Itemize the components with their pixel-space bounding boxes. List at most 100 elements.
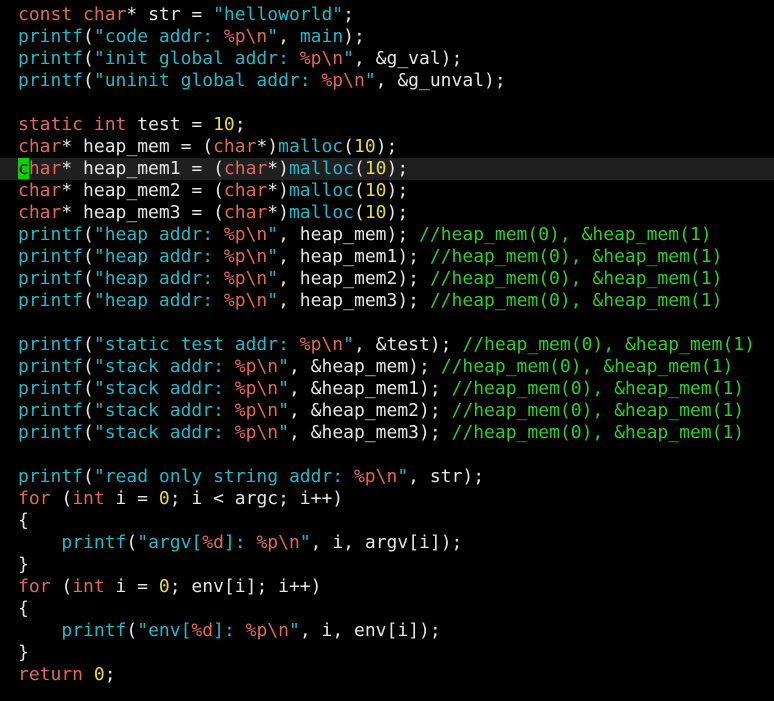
code-line[interactable]: }	[0, 642, 774, 664]
code-line[interactable]	[0, 444, 774, 466]
code-text: , i, env[i]);	[299, 620, 441, 641]
escape-token: %p\n	[234, 422, 279, 443]
code-line[interactable]: printf("heap addr: %p\n", heap_mem3); //…	[0, 290, 774, 312]
code-text: (	[354, 180, 365, 201]
code-text: * heap_mem2 = (	[61, 180, 224, 201]
code-line[interactable]: char* heap_mem3 = (char*)malloc(10);	[0, 202, 774, 224]
code-line[interactable]: printf("stack addr: %p\n", &heap_mem); /…	[0, 356, 774, 378]
code-line[interactable]: printf("argv[%d]: %p\n", i, argv[i]);	[0, 532, 774, 554]
code-line[interactable]: printf("heap addr: %p\n", heap_mem2); //…	[0, 268, 774, 290]
code-line[interactable]: printf("heap addr: %p\n", heap_mem1); //…	[0, 246, 774, 268]
number-token: 0	[158, 488, 170, 509]
comment-token: //heap_mem(0), &heap_mem(1)	[429, 246, 723, 267]
code-text: (	[126, 620, 138, 641]
code-text: (	[83, 378, 94, 399]
escape-token: %p\n	[234, 400, 279, 421]
code-text: , &g_unval);	[375, 70, 506, 91]
code-line[interactable]: printf("read only string addr: %p\n", st…	[0, 466, 774, 488]
escape-token: %p\n	[299, 48, 344, 69]
code-text: , heap_mem2);	[278, 268, 430, 289]
number-token: 10	[364, 158, 387, 179]
number-token: 10	[213, 114, 235, 135]
code-text: (	[83, 48, 94, 69]
code-text: * heap_mem3 = (	[61, 202, 224, 223]
code-text: (	[83, 224, 94, 245]
code-line[interactable]	[0, 312, 774, 334]
string-token: "	[299, 532, 311, 553]
code-line[interactable]: {	[0, 510, 774, 532]
type-token: har	[28, 158, 62, 179]
code-line[interactable]: printf("init global addr: %p\n", &g_val)…	[0, 48, 774, 70]
code-line[interactable]: for (int i = 0; i < argc; i++)	[0, 488, 774, 510]
string-token: "	[267, 26, 279, 47]
code-line[interactable]: char* heap_mem1 = (char*)malloc(10);	[0, 158, 774, 180]
code-text: (	[343, 136, 354, 157]
code-line[interactable]: printf("stack addr: %p\n", &heap_mem1); …	[0, 378, 774, 400]
type-token: char	[18, 136, 62, 157]
code-text: ; env[i]; i++)	[169, 576, 322, 597]
code-line[interactable]: char* heap_mem = (char*)malloc(10);	[0, 136, 774, 158]
function-token: printf	[18, 290, 84, 311]
type-token: int	[72, 488, 105, 509]
function-token: printf	[18, 400, 84, 421]
code-text: (	[83, 334, 94, 355]
code-line[interactable]: static int test = 10;	[0, 114, 774, 136]
code-line[interactable]: const char* str = "helloworld";	[0, 4, 774, 26]
code-line[interactable]: printf("uninit global addr: %p\n", &g_un…	[0, 70, 774, 92]
code-line[interactable]: printf("heap addr: %p\n", heap_mem); //h…	[0, 224, 774, 246]
code-text: }	[18, 554, 29, 575]
code-text: ;	[104, 664, 116, 685]
string-token: "heap addr:	[93, 290, 224, 311]
escape-token: %p\n	[234, 378, 279, 399]
string-token: ]:	[223, 532, 257, 553]
number-token: 10	[364, 180, 387, 201]
function-token: printf	[18, 224, 84, 245]
code-text: , str);	[408, 466, 485, 487]
code-text: (	[83, 268, 94, 289]
escape-token: %d	[202, 532, 224, 553]
code-text: (	[83, 356, 94, 377]
function-token: malloc	[288, 180, 354, 201]
code-editor[interactable]: const char* str = "helloworld"; printf("c…	[0, 0, 774, 701]
string-token: "	[267, 268, 279, 289]
code-line[interactable]: printf("code addr: %p\n", main);	[0, 26, 774, 48]
code-line[interactable]: for (int i = 0; env[i]; i++)	[0, 576, 774, 598]
function-token: printf	[18, 246, 84, 267]
code-line[interactable]: printf("env[%d]: %p\n", i, env[i]);	[0, 620, 774, 642]
type-token: int	[93, 114, 127, 135]
code-line[interactable]	[0, 92, 774, 114]
string-token: "	[278, 356, 289, 377]
comment-token: //heap_mem(0), &heap_mem(1)	[462, 334, 755, 355]
keyword-token: static	[18, 114, 84, 135]
code-line[interactable]: char* heap_mem2 = (char*)malloc(10);	[0, 180, 774, 202]
text-cursor: c	[18, 158, 29, 179]
escape-token: %p\n	[234, 356, 279, 377]
code-line[interactable]: printf("static test addr: %p\n", &test);…	[0, 334, 774, 356]
code-line[interactable]: printf("stack addr: %p\n", &heap_mem2); …	[0, 400, 774, 422]
escape-token: %p\n	[223, 290, 268, 311]
code-line[interactable]: printf("stack addr: %p\n", &heap_mem3); …	[0, 422, 774, 444]
code-text: test =	[126, 114, 214, 135]
keyword-token: return	[18, 664, 84, 685]
escape-token: %p\n	[223, 246, 268, 267]
comment-token: //heap_mem(0), &heap_mem(1)	[429, 290, 723, 311]
string-token: "heap addr:	[93, 268, 224, 289]
code-text: {	[18, 598, 29, 619]
comment-token: //heap_mem(0), &heap_mem(1)	[419, 224, 712, 245]
keyword-token: const	[18, 4, 73, 25]
string-token: "uninit global addr:	[93, 70, 322, 91]
function-token: malloc	[278, 136, 344, 157]
string-token: "	[278, 422, 289, 443]
escape-token: %p\n	[321, 70, 365, 91]
string-token: "	[278, 378, 289, 399]
code-text: * heap_mem1 = (	[61, 158, 224, 179]
escape-token: %p\n	[223, 26, 268, 47]
type-token: char	[83, 4, 127, 25]
type-token: char	[18, 180, 62, 201]
string-token: "stack addr:	[93, 378, 235, 399]
code-line[interactable]: }	[0, 554, 774, 576]
code-line[interactable]: {	[0, 598, 774, 620]
code-line[interactable]: return 0;	[0, 664, 774, 686]
